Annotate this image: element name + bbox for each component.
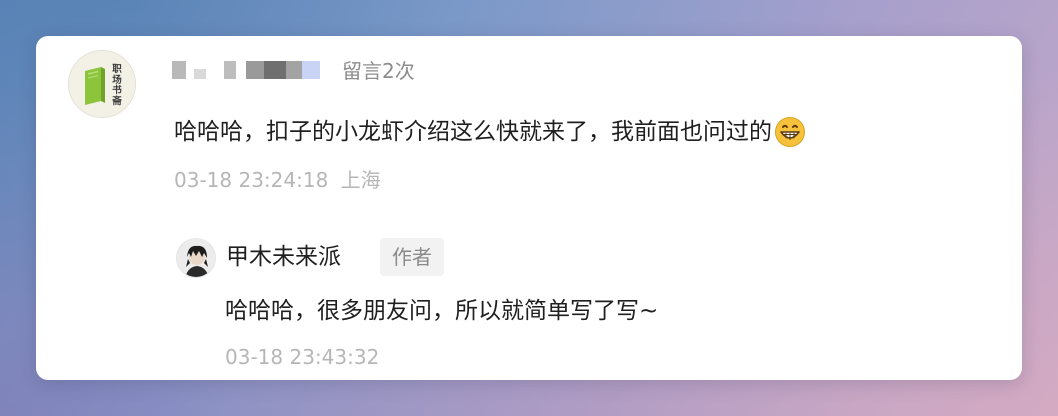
comment-text-row: 哈哈哈，扣子的小龙虾介绍这么快就来了，我前面也问过的	[174, 116, 806, 148]
comment-count-label: 留言2次	[342, 59, 415, 83]
book-logo-icon	[85, 67, 105, 105]
comment-text: 哈哈哈，扣子的小龙虾介绍这么快就来了，我前面也问过的	[174, 119, 772, 145]
author-avatar-image	[177, 239, 215, 277]
author-name[interactable]: 甲木未来派	[226, 240, 341, 274]
comment-meta: 03-18 23:24:18 上海	[174, 166, 381, 194]
grinning-face-icon	[775, 117, 805, 147]
comment-card: 职场书斋 留言2次 哈哈哈，扣子的小龙虾介绍这么快就来了，我前面也问过的 03-…	[36, 36, 1022, 380]
comment-timestamp: 03-18 23:24:18	[174, 168, 329, 192]
comment-location: 上海	[340, 168, 381, 192]
author-badge: 作者	[380, 238, 444, 276]
reply-timestamp: 03-18 23:43:32	[225, 345, 380, 369]
commenter-username-redacted[interactable]	[172, 60, 320, 80]
commenter-avatar[interactable]: 职场书斋	[68, 50, 136, 118]
author-avatar[interactable]	[176, 238, 216, 278]
avatar-logo-text: 职场书斋	[112, 64, 122, 107]
reply-text: 哈哈哈，很多朋友问，所以就简单写了写~	[225, 298, 659, 324]
